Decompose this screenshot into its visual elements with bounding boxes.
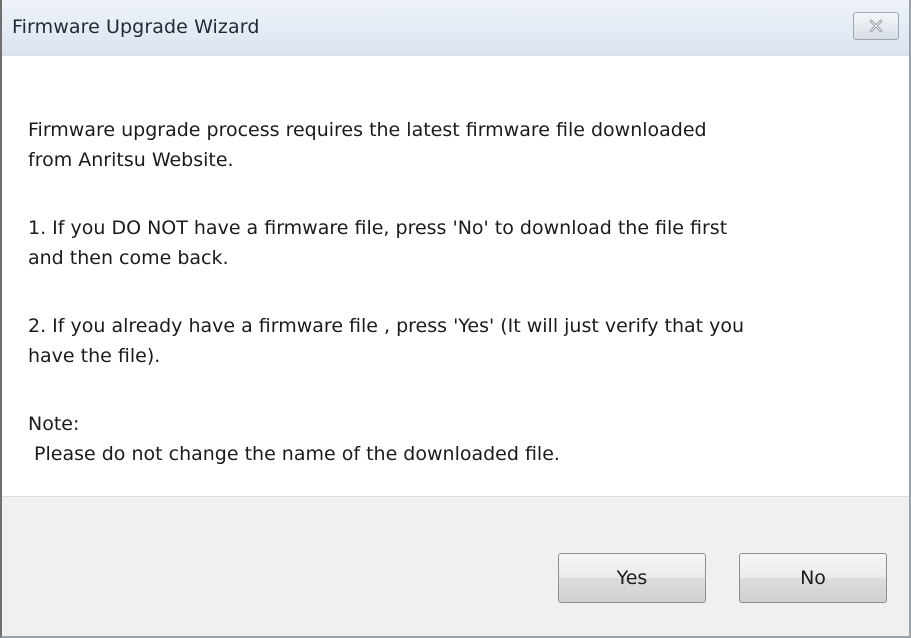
dialog-content: Firmware upgrade process requires the la… bbox=[2, 56, 909, 496]
no-button-label: No bbox=[800, 567, 826, 589]
instruction-yes: 2. If you already have a firmware file ,… bbox=[28, 315, 745, 367]
note-message: Note: Please do not change the name of t… bbox=[28, 413, 560, 465]
yes-button-label: Yes bbox=[616, 567, 648, 589]
close-button[interactable] bbox=[853, 12, 899, 40]
title-bar[interactable]: Firmware Upgrade Wizard bbox=[2, 0, 909, 56]
dialog-window: Firmware Upgrade Wizard Firmware upgrade… bbox=[0, 0, 911, 638]
button-bar: Yes No bbox=[2, 496, 909, 636]
window-title: Firmware Upgrade Wizard bbox=[12, 16, 260, 38]
yes-button[interactable]: Yes bbox=[558, 553, 706, 603]
instruction-no: 1. If you DO NOT have a firmware file, p… bbox=[28, 217, 728, 269]
intro-message: Firmware upgrade process requires the la… bbox=[28, 119, 707, 171]
close-icon bbox=[868, 19, 884, 33]
no-button[interactable]: No bbox=[739, 553, 887, 603]
